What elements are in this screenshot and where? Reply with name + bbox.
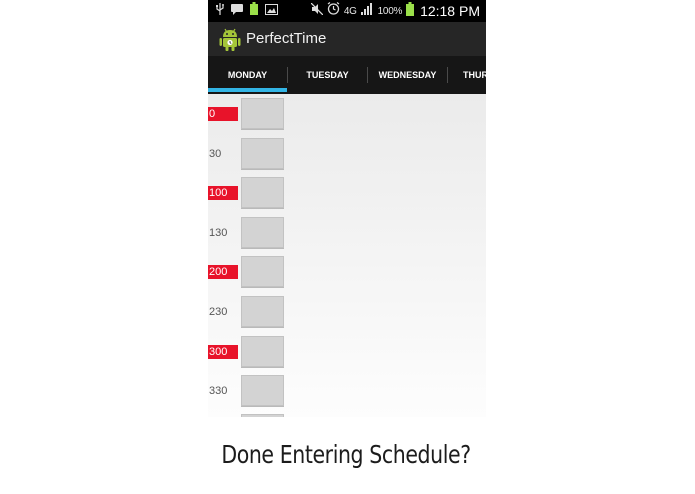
time-label: 30 bbox=[209, 148, 222, 160]
schedule-row: 100 bbox=[208, 177, 486, 209]
phone-screen: 4G 100% 12:18 PM PerfectTime MONDAY TUES… bbox=[208, 0, 486, 417]
tab-tuesday[interactable]: TUESDAY bbox=[288, 56, 367, 94]
tab-thursday[interactable]: THUR bbox=[448, 56, 486, 94]
selected-tab-indicator bbox=[208, 88, 287, 92]
app-title: PerfectTime bbox=[246, 30, 327, 47]
alarm-icon bbox=[327, 2, 340, 20]
time-label: 100 bbox=[208, 186, 238, 200]
caption: Done Entering Schedule? bbox=[221, 440, 471, 469]
time-label: 200 bbox=[208, 265, 238, 279]
schedule-row: 330 bbox=[208, 375, 486, 407]
schedule-row bbox=[208, 414, 486, 417]
time-slot-button[interactable] bbox=[241, 256, 284, 287]
gallery-icon bbox=[265, 2, 278, 20]
battery-icon bbox=[406, 1, 415, 21]
status-bar: 4G 100% 12:18 PM bbox=[208, 0, 486, 22]
time-label: 330 bbox=[209, 385, 228, 397]
mute-icon bbox=[310, 2, 324, 20]
schedule-row: 230 bbox=[208, 296, 486, 328]
usb-icon bbox=[216, 2, 224, 20]
battery-small-icon bbox=[250, 2, 258, 20]
android-robot-icon bbox=[219, 27, 241, 51]
time-slot-button[interactable] bbox=[241, 296, 284, 327]
status-bar-right: 4G 100% 12:18 PM bbox=[310, 1, 480, 21]
schedule-row: 30 bbox=[208, 138, 486, 170]
time-slot-button[interactable] bbox=[241, 375, 284, 406]
network-type: 4G bbox=[343, 5, 357, 17]
time-label: 300 bbox=[208, 345, 238, 359]
schedule-row: 130 bbox=[208, 217, 486, 249]
time-slot-button[interactable] bbox=[241, 138, 284, 169]
signal-icon bbox=[360, 2, 374, 20]
time-label: 130 bbox=[209, 227, 228, 239]
action-bar: PerfectTime bbox=[208, 22, 486, 56]
schedule-row: 200 bbox=[208, 256, 486, 288]
time-slot-button[interactable] bbox=[241, 98, 284, 129]
battery-percent: 100% bbox=[377, 5, 403, 17]
time-slot-button[interactable] bbox=[241, 414, 284, 417]
time-slot-button[interactable] bbox=[241, 217, 284, 248]
schedule-row: 300 bbox=[208, 336, 486, 368]
message-icon bbox=[231, 2, 243, 20]
time-slot-button[interactable] bbox=[241, 336, 284, 367]
time-label: 230 bbox=[209, 306, 228, 318]
schedule-list[interactable]: 0 30 100 130 200 230 300 330 bbox=[208, 94, 486, 417]
tab-wednesday[interactable]: WEDNESDAY bbox=[368, 56, 447, 94]
clock: 12:18 PM bbox=[420, 3, 480, 19]
time-label: 0 bbox=[208, 107, 238, 121]
status-bar-left bbox=[216, 2, 278, 20]
schedule-row: 0 bbox=[208, 98, 486, 130]
time-slot-button[interactable] bbox=[241, 177, 284, 208]
